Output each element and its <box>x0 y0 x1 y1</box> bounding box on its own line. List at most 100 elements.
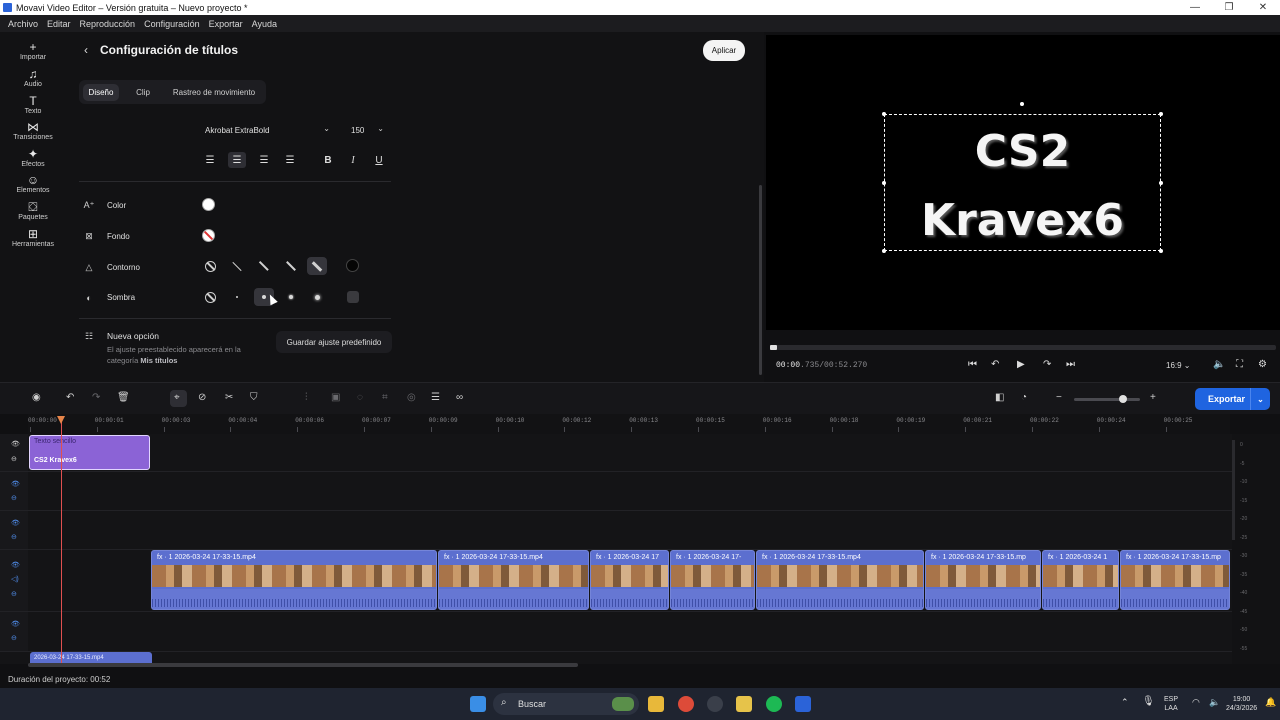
eye-icon[interactable]: 👁 <box>11 440 20 448</box>
link-icon[interactable]: ⊖ <box>11 455 17 463</box>
obs-icon[interactable] <box>707 696 723 712</box>
zoom-in-icon[interactable]: + <box>1150 392 1156 403</box>
video-clip[interactable]: fx · 1 2026-03-24 17-33-15.mp <box>1120 550 1230 610</box>
fullscreen-icon[interactable]: ⛶ <box>1236 359 1243 370</box>
title-clip[interactable]: Texto sencillo CS2 Kravex6 <box>29 435 150 470</box>
video-clip[interactable]: fx · 1 2026-03-24 17-33-15.mp4 <box>438 550 589 610</box>
maximize-button[interactable]: ❐ <box>1212 2 1246 13</box>
apply-button[interactable]: Aplicar <box>703 40 745 61</box>
redo-icon[interactable]: ↷ <box>92 392 100 403</box>
meter-scrollbar[interactable] <box>1232 440 1235 540</box>
volume-icon[interactable]: 🔈 <box>1213 359 1225 370</box>
record-icon[interactable]: ◉ <box>32 392 41 403</box>
video-clip[interactable]: fx · 1 2026-03-24 17-33-15.mp4 <box>756 550 924 610</box>
eye-icon[interactable]: 👁 <box>11 561 20 569</box>
menu-configuracion[interactable]: Configuración <box>144 19 200 29</box>
spotify-icon[interactable] <box>766 696 782 712</box>
clip-properties-icon[interactable]: ▣ <box>331 392 340 403</box>
align-justify-button[interactable]: ☰ <box>281 152 299 168</box>
file-explorer-icon[interactable] <box>648 696 664 712</box>
menu-archivo[interactable]: Archivo <box>8 19 38 29</box>
resize-handle[interactable] <box>882 181 886 185</box>
crop-icon[interactable]: ⌗ <box>382 392 388 403</box>
magnet-icon[interactable]: ◔ <box>1021 392 1027 403</box>
link-icon[interactable]: ⊖ <box>11 533 17 541</box>
undo-icon[interactable]: ↶ <box>66 392 74 403</box>
menu-reproduccion[interactable]: Reproducción <box>80 19 136 29</box>
eye-icon[interactable]: 👁 <box>11 519 20 527</box>
rail-elements[interactable]: ☺ Elementos <box>0 174 66 195</box>
skip-end-icon[interactable]: ⏭ <box>1066 359 1075 370</box>
progress-knob[interactable] <box>770 345 777 350</box>
stabilize-icon[interactable]: ◎ <box>407 392 416 403</box>
outline-thin-button[interactable] <box>227 257 247 275</box>
menu-editar[interactable]: Editar <box>47 19 71 29</box>
video-clip[interactable]: fx · 1 2026-03-24 17 <box>590 550 669 610</box>
save-preset-button[interactable]: Guardar ajuste predefinido <box>276 331 392 353</box>
blade-off-icon[interactable]: ⊘ <box>198 392 206 403</box>
speaker-icon[interactable]: 🔈 <box>1209 698 1220 707</box>
outline-none-button[interactable] <box>200 257 220 275</box>
link-icon[interactable]: ⊖ <box>11 590 17 598</box>
eye-icon[interactable]: 👁 <box>11 620 20 628</box>
background-swatch-none[interactable] <box>202 229 215 242</box>
rotate-handle[interactable] <box>1020 102 1024 106</box>
skip-start-icon[interactable]: ⏮ <box>968 359 977 370</box>
chevron-up-icon[interactable]: ⌃ <box>1121 698 1129 707</box>
back-arrow-icon[interactable]: ‹ <box>84 43 88 57</box>
snap-icon[interactable]: ◧ <box>995 392 1004 403</box>
adjust-icon[interactable]: ☰ <box>431 392 440 403</box>
rail-import[interactable]: + Importar <box>0 41 66 62</box>
export-button[interactable]: Exportar ⌄ <box>1195 388 1270 410</box>
volume-icon[interactable]: ◁) <box>11 575 19 583</box>
pointer-icon[interactable]: ⌖ <box>174 392 180 403</box>
rewind-icon[interactable]: ↶ <box>991 359 999 370</box>
eye-icon[interactable]: 👁 <box>11 480 20 488</box>
link-icon[interactable]: ⊖ <box>11 634 17 642</box>
menu-exportar[interactable]: Exportar <box>209 19 243 29</box>
italic-button[interactable]: I <box>344 152 362 168</box>
microphone-icon[interactable]: 🎙 <box>1142 697 1155 707</box>
editor-app-icon[interactable] <box>736 696 752 712</box>
language-indicator[interactable]: ESP LAA <box>1164 695 1178 713</box>
movavi-taskbar-icon[interactable] <box>795 696 811 712</box>
audio-effect-icon[interactable]: ⫶ <box>305 392 308 403</box>
delete-icon[interactable]: 🗑 <box>117 392 130 403</box>
underline-button[interactable]: U <box>370 152 388 168</box>
font-size-select[interactable]: 150 ⌄ <box>344 122 390 138</box>
rail-audio[interactable]: ♫ Audio <box>0 68 66 89</box>
shadow-xlarge-button[interactable] <box>307 288 327 306</box>
rail-tools[interactable]: ⊞ Herramientas <box>0 228 66 249</box>
resize-handle[interactable] <box>1159 181 1163 185</box>
aspect-ratio-select[interactable]: 16:9 ⌄ <box>1166 361 1191 370</box>
rail-effects[interactable]: ✦ Efectos <box>0 148 66 169</box>
align-right-button[interactable]: ☰ <box>255 152 273 168</box>
scissors-icon[interactable]: ✂ <box>225 392 233 403</box>
outline-thick-button[interactable] <box>281 257 301 275</box>
rail-transitions[interactable]: ⋈ Transiciones <box>0 121 66 142</box>
wifi-icon[interactable]: ◠ <box>1192 698 1200 707</box>
play-icon[interactable]: ▶ <box>1017 359 1025 370</box>
resize-handle[interactable] <box>882 112 886 116</box>
marker-icon[interactable]: ⛉ <box>250 392 258 403</box>
rail-packages[interactable]: ⛋ Paquetes <box>0 201 66 222</box>
ai-icon[interactable]: ◌ <box>357 392 363 403</box>
video-clip[interactable]: fx · 1 2026-03-24 1 <box>1042 550 1119 610</box>
menu-ayuda[interactable]: Ayuda <box>252 19 277 29</box>
color-swatch[interactable] <box>202 198 215 211</box>
font-family-select[interactable]: Akrobat ExtraBold ⌄ <box>198 122 336 138</box>
zoom-slider[interactable] <box>1074 398 1140 401</box>
shadow-small-button[interactable] <box>227 288 247 306</box>
shadow-large-button[interactable] <box>281 288 301 306</box>
close-button[interactable]: ✕ <box>1246 2 1280 13</box>
outline-color-swatch[interactable] <box>346 259 359 272</box>
rail-text[interactable]: T Texto <box>0 95 66 116</box>
settings-gear-icon[interactable]: ⚙ <box>1258 359 1267 370</box>
panel-scrollbar[interactable] <box>759 185 762 375</box>
shadow-none-button[interactable] <box>200 288 220 306</box>
resize-handle[interactable] <box>1159 112 1163 116</box>
shadow-color-swatch[interactable] <box>343 288 363 306</box>
zoom-slider-knob[interactable] <box>1119 395 1127 403</box>
align-center-button[interactable]: ☰ <box>228 152 246 168</box>
bold-button[interactable]: B <box>319 152 337 168</box>
